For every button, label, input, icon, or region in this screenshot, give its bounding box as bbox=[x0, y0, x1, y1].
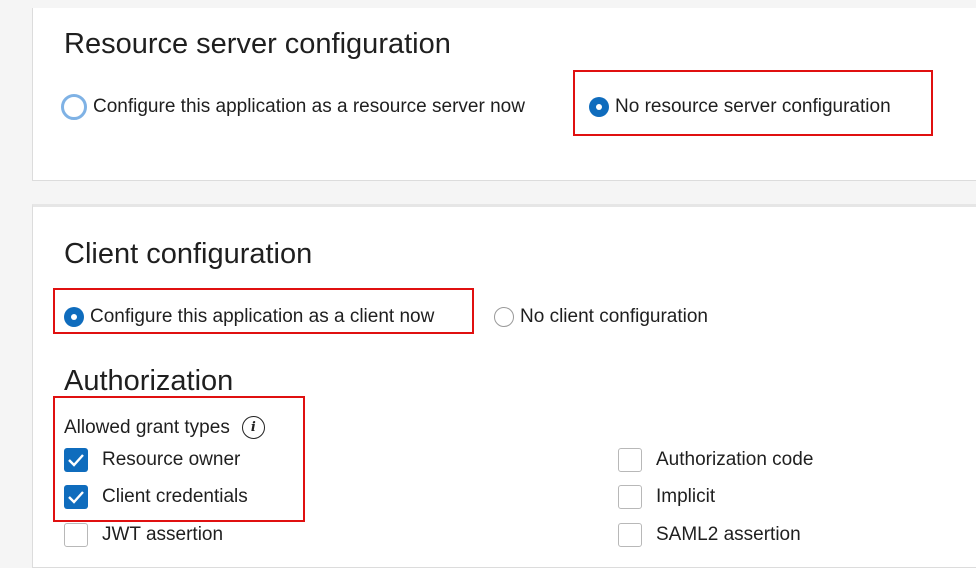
radio-label: No client configuration bbox=[520, 306, 708, 327]
highlight-box-configure-client bbox=[53, 288, 474, 334]
radio-button[interactable] bbox=[61, 94, 87, 120]
radio-label: Configure this application as a resource… bbox=[93, 96, 525, 117]
checkbox-implicit[interactable]: Implicit bbox=[618, 485, 715, 509]
checkbox-saml2-assertion[interactable]: SAML2 assertion bbox=[618, 523, 801, 547]
checkbox[interactable] bbox=[618, 523, 642, 547]
radio-configure-resource-server[interactable]: Configure this application as a resource… bbox=[61, 94, 525, 120]
checkbox-label: Implicit bbox=[656, 486, 716, 507]
authorization-heading: Authorization bbox=[64, 365, 234, 397]
radio-button[interactable] bbox=[494, 307, 514, 327]
checkbox-label: SAML2 assertion bbox=[656, 524, 801, 545]
checkbox-jwt-assertion[interactable]: JWT assertion bbox=[64, 523, 223, 547]
resource-server-title: Resource server configuration bbox=[64, 28, 451, 60]
checkbox[interactable] bbox=[64, 523, 88, 547]
checkbox-label: Authorization code bbox=[656, 449, 814, 470]
highlight-box-grant-types bbox=[53, 396, 305, 522]
highlight-box-no-resource-server bbox=[573, 70, 933, 136]
radio-no-client[interactable]: No client configuration bbox=[494, 306, 708, 328]
checkbox[interactable] bbox=[618, 448, 642, 472]
client-config-title: Client configuration bbox=[64, 238, 313, 270]
checkbox-label: JWT assertion bbox=[102, 524, 224, 545]
checkbox-authorization-code[interactable]: Authorization code bbox=[618, 448, 813, 472]
checkbox[interactable] bbox=[618, 485, 642, 509]
